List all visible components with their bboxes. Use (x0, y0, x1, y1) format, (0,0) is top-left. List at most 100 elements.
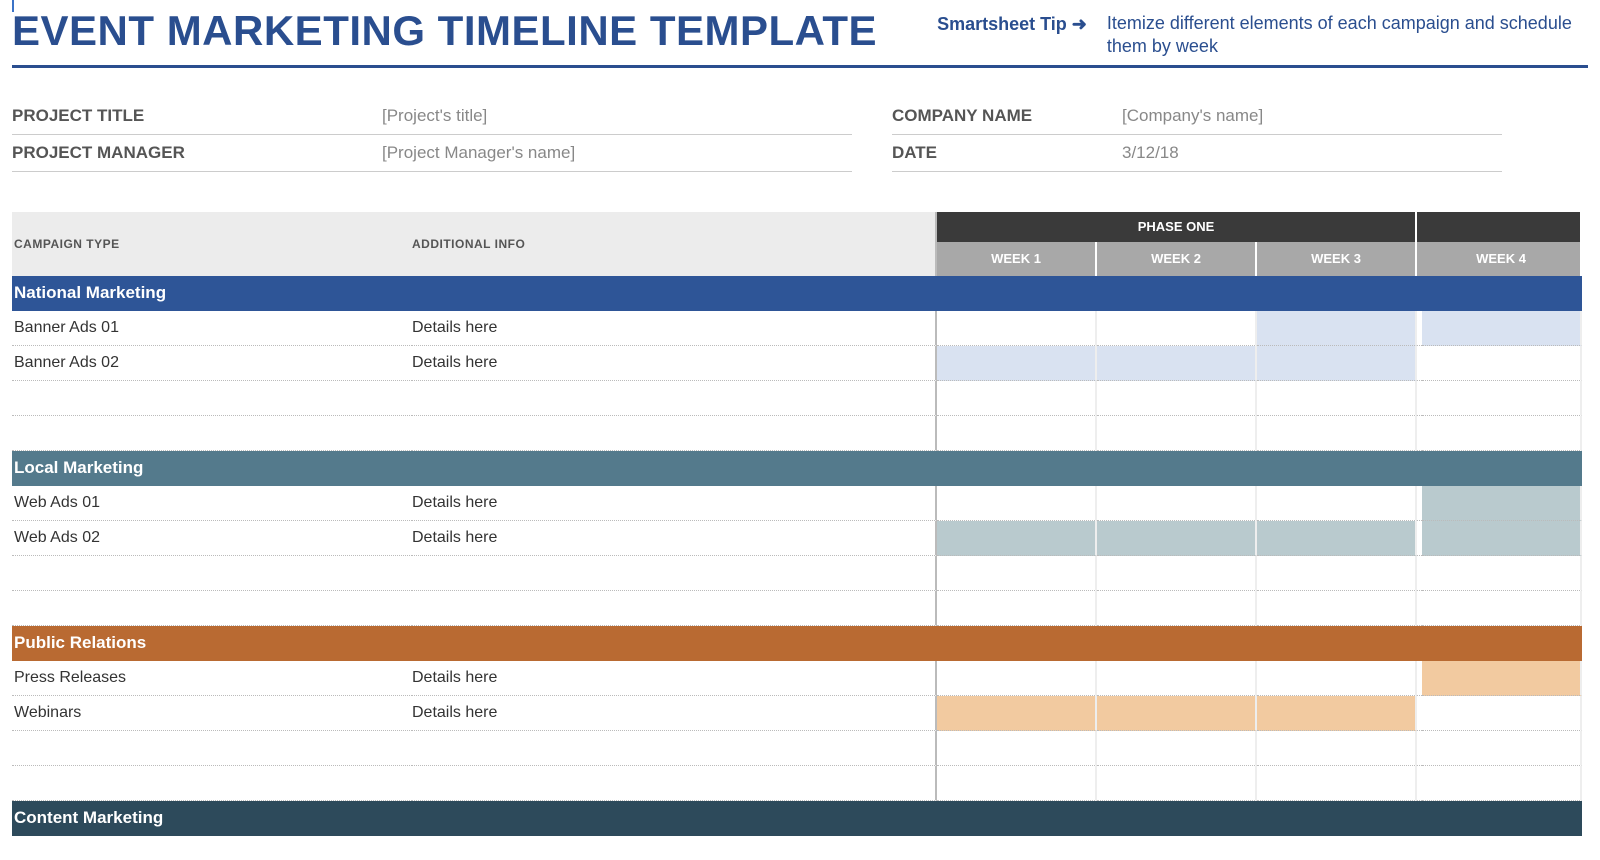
timeline-cell[interactable] (1257, 346, 1417, 381)
table-row-name[interactable] (12, 381, 412, 416)
spacer (852, 135, 892, 172)
table-row-name[interactable] (12, 591, 412, 626)
timeline-cell[interactable] (1097, 381, 1257, 416)
table-row-info[interactable]: Details here (412, 346, 937, 381)
timeline-cell[interactable] (1097, 731, 1257, 766)
tip-description: Itemize different elements of each campa… (1107, 8, 1588, 59)
timeline-cell[interactable] (937, 766, 1097, 801)
timeline-cell[interactable] (1257, 416, 1417, 451)
timeline-cell[interactable] (937, 521, 1097, 556)
timeline-cell[interactable] (1422, 661, 1582, 696)
arrow-right-icon: ➜ (1072, 14, 1087, 34)
table-row-info[interactable] (412, 591, 937, 626)
timeline-cell[interactable] (1257, 556, 1417, 591)
timeline-cell[interactable] (1097, 661, 1257, 696)
table-row-info[interactable] (412, 381, 937, 416)
timeline-cell[interactable] (937, 381, 1097, 416)
timeline-cell[interactable] (1097, 556, 1257, 591)
timeline-cell[interactable] (1422, 346, 1582, 381)
table-row-name[interactable]: Webinars (12, 696, 412, 731)
tip-label[interactable]: Smartsheet Tip ➜ (937, 8, 1087, 35)
project-manager-value[interactable]: [Project Manager's name] (382, 135, 852, 172)
timeline-cell[interactable] (1422, 521, 1582, 556)
table-row-name[interactable]: Banner Ads 01 (12, 311, 412, 346)
timeline-cell[interactable] (1097, 346, 1257, 381)
timeline-cell[interactable] (1097, 521, 1257, 556)
timeline-cell[interactable] (937, 346, 1097, 381)
table-row-name[interactable] (12, 416, 412, 451)
timeline-cell[interactable] (1097, 416, 1257, 451)
timeline-cell[interactable] (937, 486, 1097, 521)
timeline-cell[interactable] (1422, 731, 1582, 766)
timeline-cell[interactable] (937, 311, 1097, 346)
table-row-name[interactable] (12, 766, 412, 801)
table-row-info[interactable] (412, 766, 937, 801)
table-row-info[interactable]: Details here (412, 696, 937, 731)
table-row-info[interactable]: Details here (412, 311, 937, 346)
week-header-4: WEEK 4 (1422, 242, 1582, 276)
table-row-info[interactable] (412, 416, 937, 451)
timeline-cell[interactable] (1422, 591, 1582, 626)
timeline-cell[interactable] (937, 696, 1097, 731)
timeline-cell[interactable] (1257, 696, 1417, 731)
timeline-cell[interactable] (1422, 416, 1582, 451)
table-row-name[interactable]: Web Ads 01 (12, 486, 412, 521)
table-row-name[interactable]: Banner Ads 02 (12, 346, 412, 381)
section-national-bar (937, 276, 1417, 311)
table-row-name[interactable]: Web Ads 02 (12, 521, 412, 556)
date-label: DATE (892, 135, 1122, 172)
timeline-cell[interactable] (1422, 311, 1582, 346)
timeline-cell[interactable] (1422, 696, 1582, 731)
table-row-name[interactable] (12, 731, 412, 766)
timeline-cell[interactable] (1097, 311, 1257, 346)
timeline-cell[interactable] (1257, 486, 1417, 521)
timeline-cell[interactable] (937, 591, 1097, 626)
col-additional-info: ADDITIONAL INFO (412, 212, 937, 276)
timeline-cell[interactable] (937, 661, 1097, 696)
section-national-name: National Marketing (12, 276, 937, 311)
week-header-3: WEEK 3 (1257, 242, 1417, 276)
timeline-cell[interactable] (1257, 521, 1417, 556)
section-content-bar (937, 801, 1417, 836)
timeline-cell[interactable] (1257, 381, 1417, 416)
spacer (852, 98, 892, 135)
table-row-info[interactable] (412, 556, 937, 591)
project-title-value[interactable]: [Project's title] (382, 98, 852, 135)
timeline-cell[interactable] (937, 416, 1097, 451)
timeline-cell[interactable] (1257, 766, 1417, 801)
table-row-name[interactable]: Press Releases (12, 661, 412, 696)
timeline-cell[interactable] (937, 556, 1097, 591)
timeline-cell[interactable] (1257, 311, 1417, 346)
phase-header-ext (1422, 212, 1582, 242)
table-row-info[interactable]: Details here (412, 486, 937, 521)
timeline-cell[interactable] (1097, 486, 1257, 521)
section-local-name: Local Marketing (12, 451, 937, 486)
company-name-value[interactable]: [Company's name] (1122, 98, 1502, 135)
timeline-grid: CAMPAIGN TYPE ADDITIONAL INFO PHASE ONE … (12, 212, 1588, 836)
timeline-cell[interactable] (937, 731, 1097, 766)
week-header-2: WEEK 2 (1097, 242, 1257, 276)
timeline-cell[interactable] (1422, 486, 1582, 521)
project-manager-label: PROJECT MANAGER (12, 135, 382, 172)
timeline-cell[interactable] (1097, 766, 1257, 801)
timeline-cell[interactable] (1257, 661, 1417, 696)
timeline-cell[interactable] (1422, 556, 1582, 591)
date-value[interactable]: 3/12/18 (1122, 135, 1502, 172)
table-row-info[interactable]: Details here (412, 521, 937, 556)
timeline-cell[interactable] (1097, 696, 1257, 731)
section-pr-name: Public Relations (12, 626, 937, 661)
section-content-bar-ext (1422, 801, 1582, 836)
table-row-info[interactable]: Details here (412, 661, 937, 696)
timeline-cell[interactable] (1422, 381, 1582, 416)
table-row-name[interactable] (12, 556, 412, 591)
section-local-bar (937, 451, 1417, 486)
timeline-cell[interactable] (1422, 766, 1582, 801)
timeline-cell[interactable] (1097, 591, 1257, 626)
company-name-label: COMPANY NAME (892, 98, 1122, 135)
tip-label-text: Smartsheet Tip (937, 14, 1067, 34)
section-pr-bar (937, 626, 1417, 661)
timeline-cell[interactable] (1257, 591, 1417, 626)
section-national-bar-ext (1422, 276, 1582, 311)
table-row-info[interactable] (412, 731, 937, 766)
timeline-cell[interactable] (1257, 731, 1417, 766)
